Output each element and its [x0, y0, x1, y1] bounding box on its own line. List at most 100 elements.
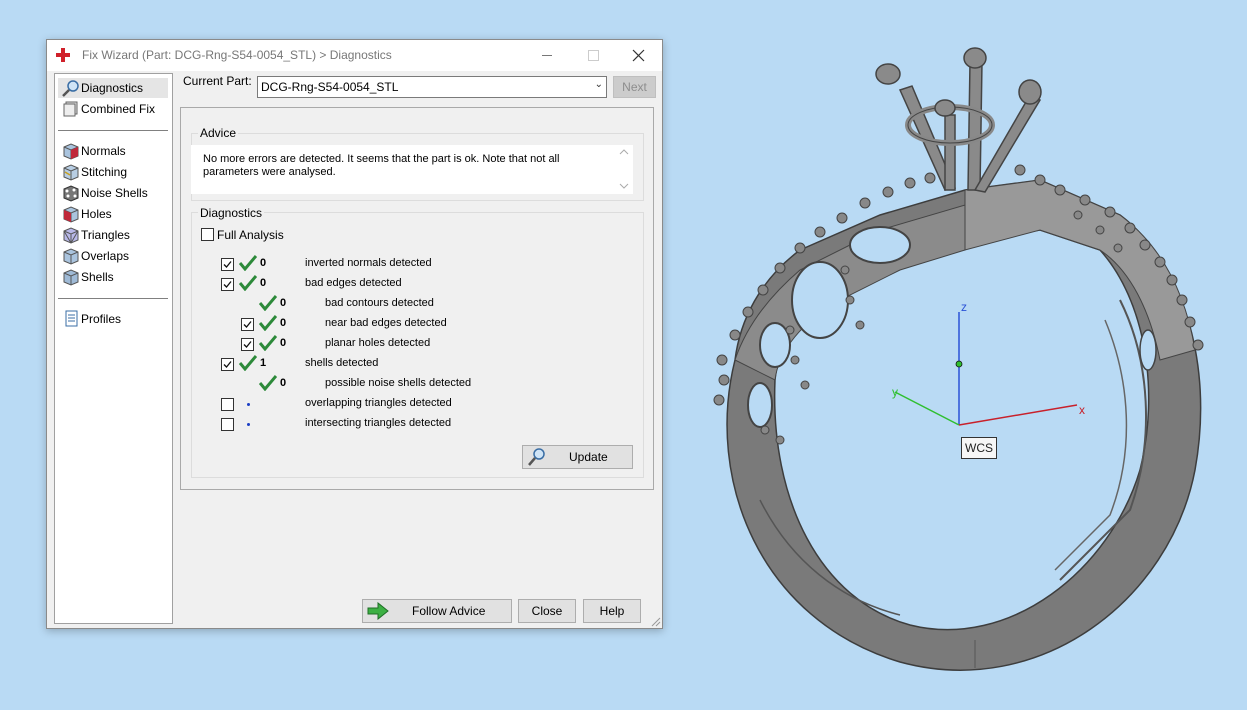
nav-divider	[58, 130, 168, 131]
full-analysis-label: Full Analysis	[217, 228, 284, 242]
y-axis-label: y	[892, 385, 898, 399]
fix-wizard-window: Fix Wizard (Part: DCG-Rng-S54-0054_STL) …	[46, 39, 663, 629]
full-analysis-checkbox[interactable]	[201, 228, 214, 241]
nav-item-diagnostics[interactable]: Diagnostics	[58, 78, 168, 98]
nav-item-holes[interactable]: Holes	[58, 204, 168, 224]
advice-title: Advice	[198, 126, 239, 140]
advice-scrollbar[interactable]	[617, 146, 631, 192]
current-part-select[interactable]: DCG-Rng-S54-0054_STL ⌄	[257, 76, 607, 98]
nav-label: Holes	[81, 207, 112, 221]
shells-cube-icon	[62, 268, 80, 286]
count-value: 0	[260, 277, 267, 289]
nav-item-shells[interactable]: Shells	[58, 267, 168, 287]
count-value: 1	[260, 357, 267, 369]
nav-item-overlaps[interactable]: Overlaps	[58, 246, 168, 266]
diagnostics-title: Diagnostics	[198, 206, 265, 220]
nav-label: Triangles	[81, 228, 130, 242]
overlapping-triangles-checkbox[interactable]	[221, 398, 234, 411]
follow-advice-button[interactable]: Follow Advice	[362, 599, 512, 623]
window-title: Fix Wizard (Part: DCG-Rng-S54-0054_STL) …	[82, 48, 392, 62]
triangles-cube-icon	[62, 226, 80, 244]
checkmark-icon	[243, 341, 252, 348]
wcs-label: WCS	[961, 437, 997, 459]
minimize-button[interactable]	[524, 40, 570, 71]
count-value: 0	[260, 257, 267, 269]
nav-label: Noise Shells	[81, 186, 148, 200]
nav-label: Shells	[81, 270, 114, 284]
nav-label: Profiles	[81, 312, 122, 326]
diagnostic-label: near bad edges detected	[325, 317, 447, 329]
current-part-value: DCG-Rng-S54-0054_STL	[261, 80, 399, 94]
inverted-normals-checkbox[interactable]	[221, 258, 234, 271]
help-button[interactable]: Help	[583, 599, 641, 623]
z-axis-label: z	[961, 300, 967, 314]
diagnostic-label: bad contours detected	[325, 297, 434, 309]
resize-grip-icon[interactable]	[651, 617, 661, 627]
advice-text-box[interactable]: No more errors are detected. It seems th…	[191, 145, 633, 194]
nav-item-noise-shells[interactable]: Noise Shells	[58, 183, 168, 203]
nav-label: Overlaps	[81, 249, 130, 263]
pending-dot-icon	[247, 423, 250, 426]
next-button[interactable]: Next	[613, 76, 656, 98]
update-button[interactable]: Update	[522, 445, 633, 469]
nav-label: Normals	[81, 144, 126, 158]
count-value: 0	[280, 377, 287, 389]
noise-shells-cube-icon	[62, 184, 80, 202]
checkmark-icon	[223, 281, 232, 288]
scroll-up-icon	[619, 149, 629, 155]
green-check-icon	[259, 375, 277, 391]
follow-advice-label: Follow Advice	[412, 604, 486, 618]
checkmark-icon	[243, 321, 252, 328]
diagnostic-label: shells detected	[305, 357, 379, 369]
nav-item-triangles[interactable]: Triangles	[58, 225, 168, 245]
profiles-document-icon	[62, 310, 80, 328]
diagnostic-label: intersecting triangles detected	[305, 417, 452, 429]
chevron-down-icon: ⌄	[594, 79, 603, 90]
scroll-down-icon	[619, 183, 629, 189]
nav-label: Combined Fix	[81, 102, 156, 116]
count-value: 0	[280, 297, 287, 309]
maximize-icon	[588, 50, 599, 61]
green-arrow-icon	[367, 602, 389, 620]
green-check-icon	[259, 315, 277, 331]
nav-item-stitching[interactable]: Stitching	[58, 162, 168, 182]
close-button[interactable]: Close	[518, 599, 576, 623]
nav-label: Diagnostics	[81, 81, 144, 95]
magnifier-icon	[62, 79, 80, 97]
wizard-navigation: Diagnostics Combined Fix Normals Stitchi…	[54, 73, 173, 624]
nav-item-profiles[interactable]: Profiles	[58, 309, 168, 329]
title-bar[interactable]: Fix Wizard (Part: DCG-Rng-S54-0054_STL) …	[47, 40, 662, 71]
maximize-button[interactable]	[570, 40, 616, 71]
nav-item-combined-fix[interactable]: Combined Fix	[58, 99, 168, 119]
combined-fix-icon	[62, 100, 80, 118]
normals-cube-icon	[62, 142, 80, 160]
intersecting-triangles-checkbox[interactable]	[221, 418, 234, 431]
magnifier-icon	[528, 448, 545, 466]
nav-item-normals[interactable]: Normals	[58, 141, 168, 161]
green-check-icon	[239, 255, 257, 271]
checkmark-icon	[223, 261, 232, 268]
diagnostic-label: planar holes detected	[325, 337, 431, 349]
green-check-icon	[239, 275, 257, 291]
overlaps-cube-icon	[62, 247, 80, 265]
close-window-button[interactable]	[616, 40, 662, 71]
green-check-icon	[239, 355, 257, 371]
diagnostic-label: possible noise shells detected	[325, 377, 472, 389]
near-bad-edges-checkbox[interactable]	[241, 318, 254, 331]
green-check-icon	[259, 295, 277, 311]
stitching-cube-icon	[62, 163, 80, 181]
diagnostic-label: overlapping triangles detected	[305, 397, 452, 409]
close-icon	[632, 49, 645, 62]
bad-edges-checkbox[interactable]	[221, 278, 234, 291]
diagnostic-label: inverted normals detected	[305, 257, 432, 269]
minimize-icon	[542, 55, 552, 56]
diagnostic-label: bad edges detected	[305, 277, 402, 289]
pending-dot-icon	[247, 403, 250, 406]
holes-cube-icon	[62, 205, 80, 223]
advice-text-line2: parameters were analysed.	[203, 166, 336, 178]
shells-checkbox[interactable]	[221, 358, 234, 371]
x-axis-label: x	[1079, 403, 1085, 417]
planar-holes-checkbox[interactable]	[241, 338, 254, 351]
update-label: Update	[569, 450, 608, 464]
advice-text-line1: No more errors are detected. It seems th…	[203, 153, 560, 165]
